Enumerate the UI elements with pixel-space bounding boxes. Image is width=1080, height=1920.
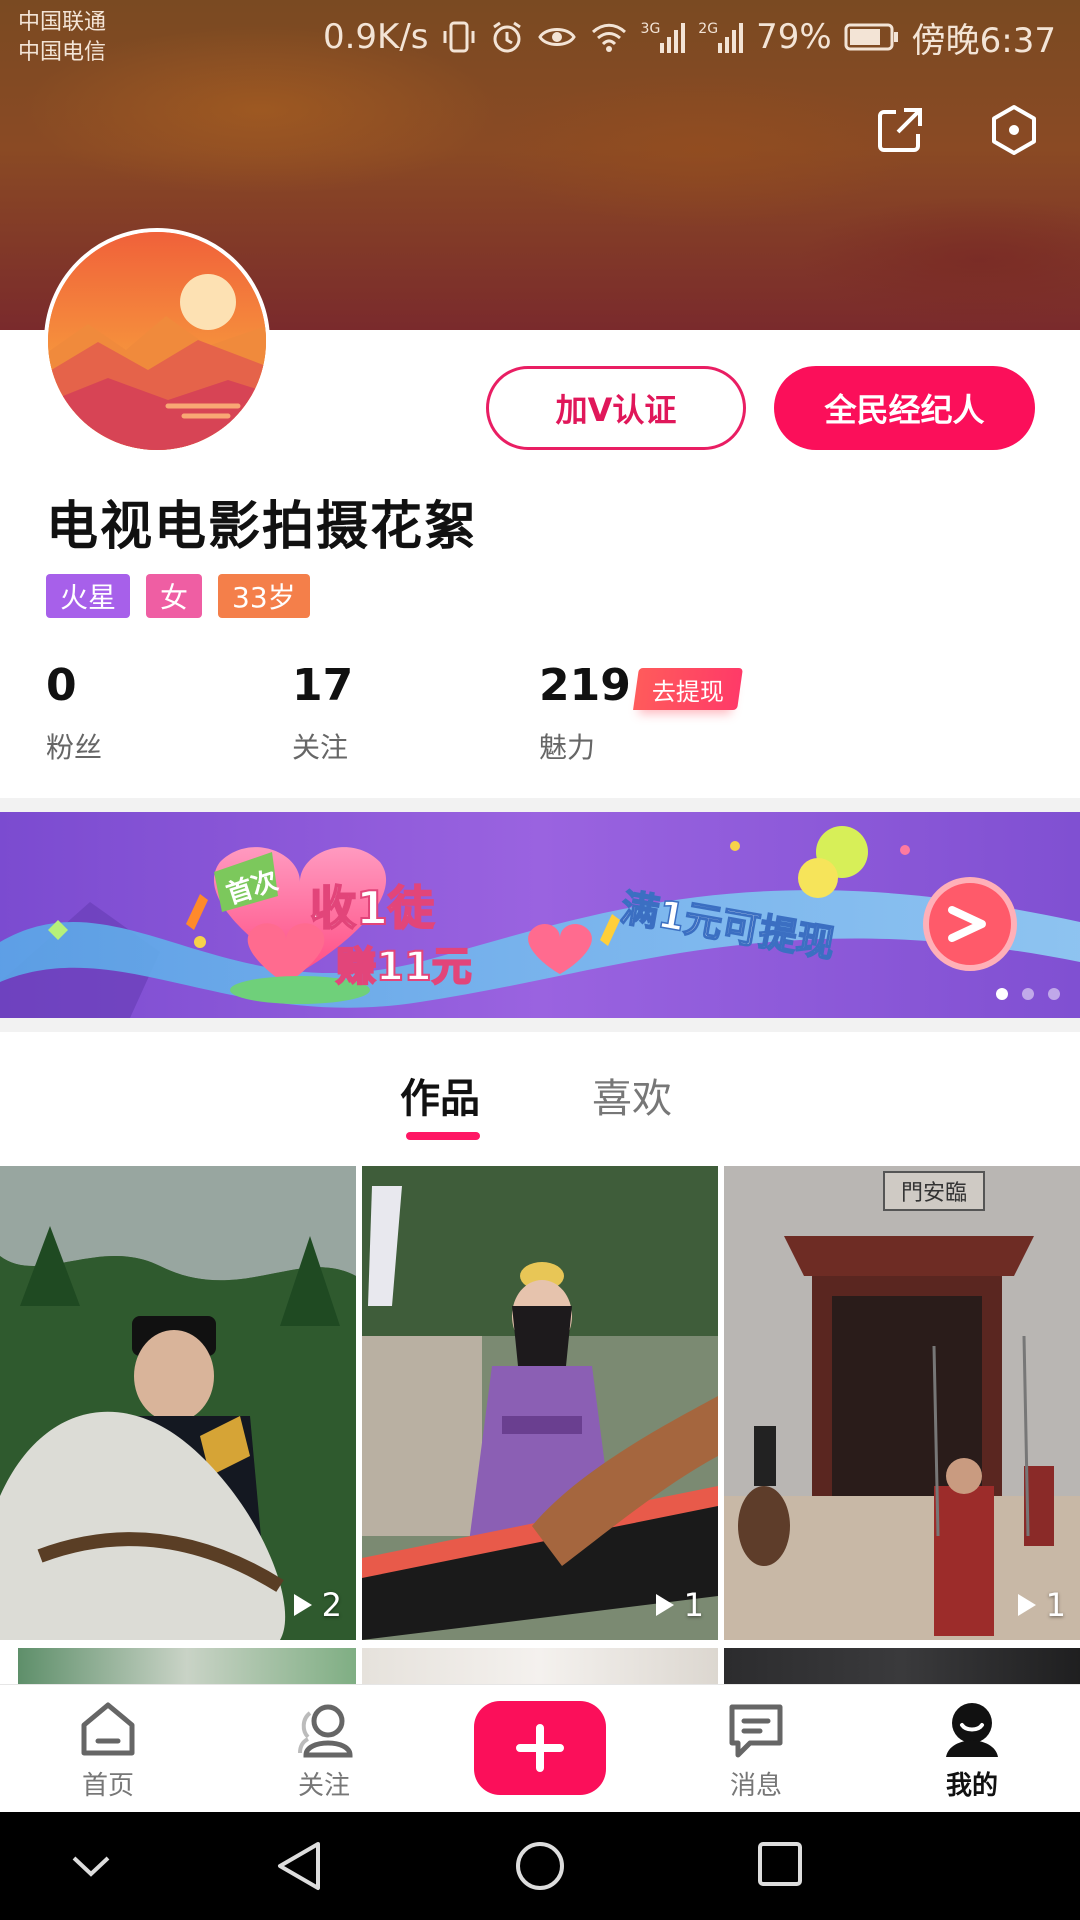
banner-dot[interactable] xyxy=(1022,988,1034,1000)
banner-headline-1: 收1徒 xyxy=(310,881,435,935)
signal-2: 2G xyxy=(698,21,744,53)
banner-headline-2: 赚11元 xyxy=(336,944,472,990)
following-stat[interactable]: 17 关注 xyxy=(292,658,353,766)
nav-profile[interactable]: 我的 xyxy=(912,1701,1032,1802)
gate-sign: 門安臨 xyxy=(901,1181,967,1206)
share-icon[interactable] xyxy=(874,104,926,156)
gender-tag: 女 xyxy=(146,574,203,618)
withdraw-badge[interactable]: 去提现 xyxy=(633,668,743,710)
play-count: 1 xyxy=(1016,1586,1066,1624)
nav-home[interactable]: 首页 xyxy=(48,1701,168,1802)
message-icon xyxy=(729,1704,783,1758)
sunset-avatar-image xyxy=(48,232,266,450)
video-grid: 2 1 門安臨 1 xyxy=(0,1166,1080,1688)
home-icon xyxy=(81,1702,135,1756)
signal-1-icon xyxy=(660,23,686,53)
plus-icon xyxy=(516,1724,564,1772)
section-divider xyxy=(0,1018,1080,1032)
charm-count: 219 xyxy=(539,660,631,711)
video-thumbnail-image xyxy=(362,1166,718,1640)
following-label: 关注 xyxy=(292,731,349,764)
battery-percent: 79% xyxy=(756,17,832,57)
signal-2-icon xyxy=(718,23,744,53)
charm-label: 魅力 xyxy=(539,731,596,764)
nav-profile-label: 我的 xyxy=(945,1771,998,1801)
vibrate-icon xyxy=(443,21,475,53)
video-thumbnail[interactable] xyxy=(362,1648,718,1688)
play-count-value: 1 xyxy=(1045,1586,1066,1624)
back-icon[interactable] xyxy=(274,1840,324,1892)
verify-button[interactable]: 加V认证 xyxy=(486,366,746,450)
video-thumbnail[interactable]: 1 xyxy=(362,1166,718,1640)
video-thumbnail-image xyxy=(0,1166,356,1640)
play-icon xyxy=(655,1594,674,1616)
play-count-value: 2 xyxy=(321,1586,342,1624)
promo-banner-artwork: 首次 收1徒 赚11元 满1元可提现 xyxy=(0,812,1080,1018)
content-tabs: 作品 喜欢 xyxy=(0,1032,1080,1166)
profile-tags: 火星 女 33岁 xyxy=(46,574,310,618)
nav-follow-label: 关注 xyxy=(297,1771,350,1801)
carrier-1: 中国联通 xyxy=(18,10,107,35)
signal-2-label: 2G xyxy=(698,21,719,37)
play-count: 1 xyxy=(654,1586,704,1624)
home-button-icon[interactable] xyxy=(514,1840,566,1892)
signal-1-label: 3G xyxy=(640,21,661,37)
battery-icon xyxy=(844,23,898,51)
clock: 傍晚6:37 xyxy=(911,20,1056,61)
nav-follow[interactable]: 关注 xyxy=(264,1701,384,1802)
profile-icon xyxy=(946,1703,998,1757)
withdraw-badge-label: 去提现 xyxy=(652,677,724,706)
wifi-icon xyxy=(591,23,626,52)
carrier-2: 中国电信 xyxy=(18,40,107,65)
play-count: 2 xyxy=(292,1586,342,1624)
tab-likes[interactable]: 喜欢 xyxy=(592,1066,672,1124)
banner-dot[interactable] xyxy=(1048,988,1060,1000)
agent-button[interactable]: 全民经纪人 xyxy=(774,366,1035,450)
profile-stats: 0 粉丝 17 关注 219 魅力 xyxy=(0,658,1080,768)
video-thumbnail[interactable] xyxy=(724,1648,1080,1688)
eye-icon xyxy=(537,28,576,46)
section-divider xyxy=(0,798,1080,812)
follow-icon xyxy=(298,1704,353,1758)
age-tag: 33岁 xyxy=(218,574,310,618)
collapse-icon[interactable] xyxy=(70,1852,112,1882)
settings-icon[interactable] xyxy=(988,104,1040,156)
alarm-icon xyxy=(492,21,521,53)
following-count: 17 xyxy=(292,660,354,711)
fans-stat[interactable]: 0 粉丝 xyxy=(46,658,102,766)
tab-works[interactable]: 作品 xyxy=(400,1066,480,1124)
signal-1: 3G xyxy=(641,21,687,53)
header-actions xyxy=(874,104,1040,156)
bottom-navigation: 首页 关注 消息 我的 xyxy=(0,1684,1080,1812)
play-count-value: 1 xyxy=(683,1586,704,1624)
banner-pagination xyxy=(996,988,1060,1000)
nav-messages[interactable]: 消息 xyxy=(696,1701,816,1802)
tab-active-indicator xyxy=(406,1132,480,1140)
promo-banner[interactable]: 首次 收1徒 赚11元 满1元可提现 xyxy=(0,812,1080,1018)
fans-count: 0 xyxy=(46,660,77,711)
status-indicators: 0.9K/s 3G 2G 79% 傍晚6:37 xyxy=(322,14,1056,61)
username: 电视电影拍摄花絮 xyxy=(46,497,479,557)
nav-home-label: 首页 xyxy=(81,1771,134,1801)
avatar[interactable] xyxy=(44,228,270,454)
network-speed: 0.9K/s xyxy=(322,17,429,57)
play-icon xyxy=(1017,1594,1036,1616)
banner-dot[interactable] xyxy=(996,988,1008,1000)
video-thumbnail[interactable]: 2 xyxy=(0,1166,356,1640)
status-bar: 中国联通 中国电信 0.9K/s 3G 2G 79% 傍晚6:37 xyxy=(0,0,1080,76)
charm-stat[interactable]: 219 魅力 xyxy=(539,658,631,766)
video-thumbnail[interactable]: 門安臨 1 xyxy=(724,1166,1080,1640)
carrier-info: 中国联通 中国电信 xyxy=(18,8,106,68)
fans-label: 粉丝 xyxy=(46,731,103,764)
video-thumbnail-image: 門安臨 xyxy=(724,1166,1080,1640)
play-icon xyxy=(293,1594,312,1616)
system-navigation-bar xyxy=(0,1812,1080,1920)
video-thumbnail[interactable] xyxy=(18,1648,356,1688)
create-button[interactable] xyxy=(474,1701,606,1795)
recents-icon[interactable] xyxy=(756,1840,804,1888)
nav-messages-label: 消息 xyxy=(729,1771,782,1801)
zodiac-tag: 火星 xyxy=(46,574,131,618)
